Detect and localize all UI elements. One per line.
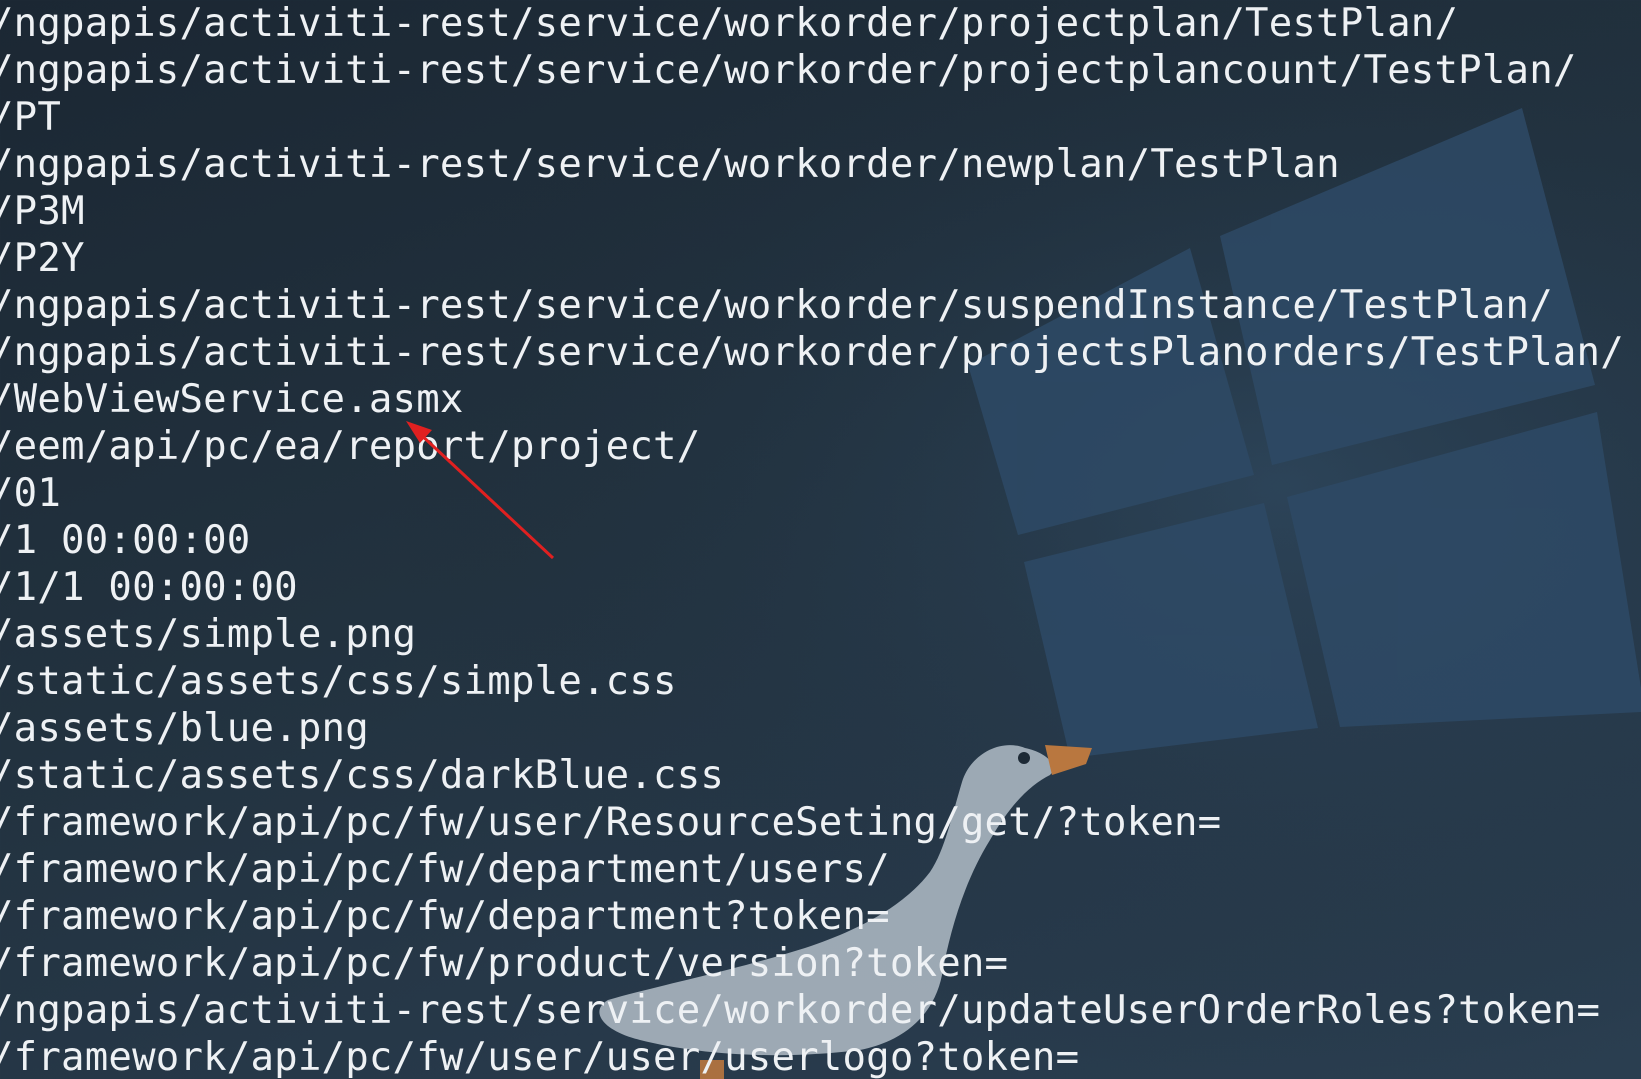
terminal-line: /PT [0,95,62,140]
terminal-line: /ngpapis/activiti-rest/service/workorder… [0,142,1340,187]
terminal-line: /assets/simple.png [0,612,417,657]
terminal-line: /framework/api/pc/fw/department?token= [0,894,890,939]
terminal-line: /01 [0,471,62,516]
terminal-line: /framework/api/pc/fw/department/users/ [0,847,890,892]
terminal-line: /1/1 00:00:00 [0,565,298,610]
terminal-line: /1 00:00:00 [0,518,251,563]
terminal-line: /ngpapis/activiti-rest/service/workorder… [0,1,1459,46]
terminal-output: /ngpapis/activiti-rest/service/workorder… [0,0,1641,1079]
terminal-line: /ngpapis/activiti-rest/service/workorder… [0,330,1624,375]
terminal-line: /ngpapis/activiti-rest/service/workorder… [0,283,1553,328]
terminal-line: /framework/api/pc/fw/user/ResourceSeting… [0,800,1222,845]
terminal-line: /WebViewService.asmx [0,377,464,422]
terminal-line: /eem/api/pc/ea/report/project/ [0,424,701,469]
terminal-line: /assets/blue.png [0,706,369,751]
terminal-line: /framework/api/pc/fw/user/user/userlogo?… [0,1035,1080,1079]
terminal-line: /ngpapis/activiti-rest/service/workorder… [0,48,1577,93]
terminal-line: /P3M [0,189,85,234]
terminal-line: /P2Y [0,236,85,281]
terminal-line: /static/assets/css/darkBlue.css [0,753,725,798]
terminal-line: /static/assets/css/simple.css [0,659,677,704]
terminal-line: /framework/api/pc/fw/product/version?tok… [0,941,1009,986]
terminal-line: /ngpapis/activiti-rest/service/workorder… [0,988,1601,1033]
